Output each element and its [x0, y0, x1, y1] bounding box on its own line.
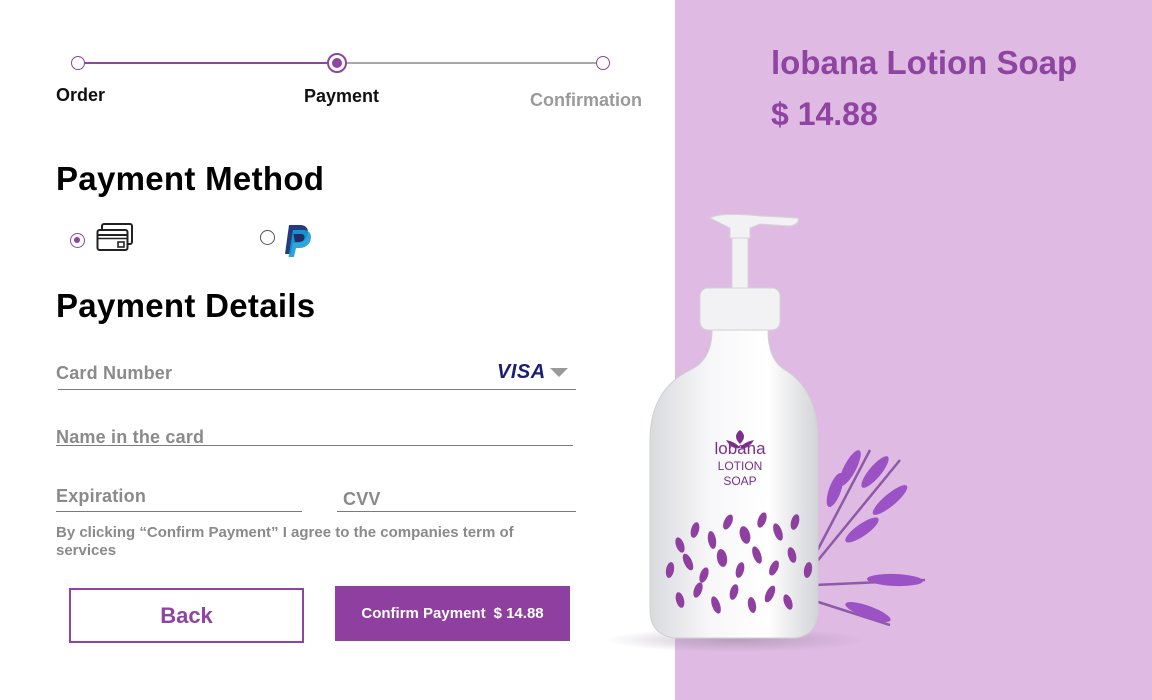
step-payment-label[interactable]: Payment — [304, 86, 379, 107]
step-order-label[interactable]: Order — [56, 85, 105, 106]
cvv-field[interactable]: CVV — [343, 489, 381, 510]
step-confirmation-dot[interactable] — [596, 56, 610, 70]
terms-text: By clicking “Confirm Payment” I agree to… — [56, 524, 514, 559]
label-brand: lobana — [714, 439, 766, 458]
visa-logo: VISA — [497, 361, 546, 383]
stepper-line-complete — [84, 62, 330, 64]
card-name-underline — [56, 445, 573, 446]
product-image: lobana LOTION SOAP — [605, 213, 926, 652]
confirm-button-price: $ 14.88 — [493, 605, 544, 622]
step-payment-dot[interactable] — [327, 53, 347, 73]
paypal-radio[interactable] — [260, 230, 275, 245]
label-line-2: SOAP — [723, 474, 756, 488]
expiration-field[interactable]: Expiration — [56, 486, 146, 507]
product-price: $ 14.88 — [771, 96, 878, 132]
stepper-line-pending — [344, 62, 596, 64]
paypal-icon[interactable] — [283, 224, 312, 257]
product-title: lobana Lotion Soap — [771, 44, 1078, 81]
label-line-1: LOTION — [718, 459, 763, 473]
confirm-payment-button[interactable]: Confirm Payment $ 14.88 — [335, 586, 570, 641]
confirm-button-label: Confirm Payment — [361, 605, 486, 622]
expiration-underline — [56, 511, 302, 512]
payment-method-heading: Payment Method — [56, 160, 325, 197]
cvv-underline — [337, 511, 576, 512]
step-confirmation-label[interactable]: Confirmation — [530, 90, 642, 111]
card-number-underline — [58, 389, 576, 390]
back-button[interactable]: Back — [69, 588, 304, 643]
step-order-dot[interactable] — [71, 56, 85, 70]
card-brand-dropdown-icon[interactable] — [550, 368, 568, 377]
payment-details-heading: Payment Details — [56, 287, 316, 324]
pump-head — [699, 213, 799, 331]
back-button-label: Back — [160, 602, 213, 628]
card-radio[interactable] — [70, 233, 85, 248]
card-number-field[interactable]: Card Number — [56, 363, 172, 384]
credit-card-icon[interactable] — [96, 222, 134, 254]
